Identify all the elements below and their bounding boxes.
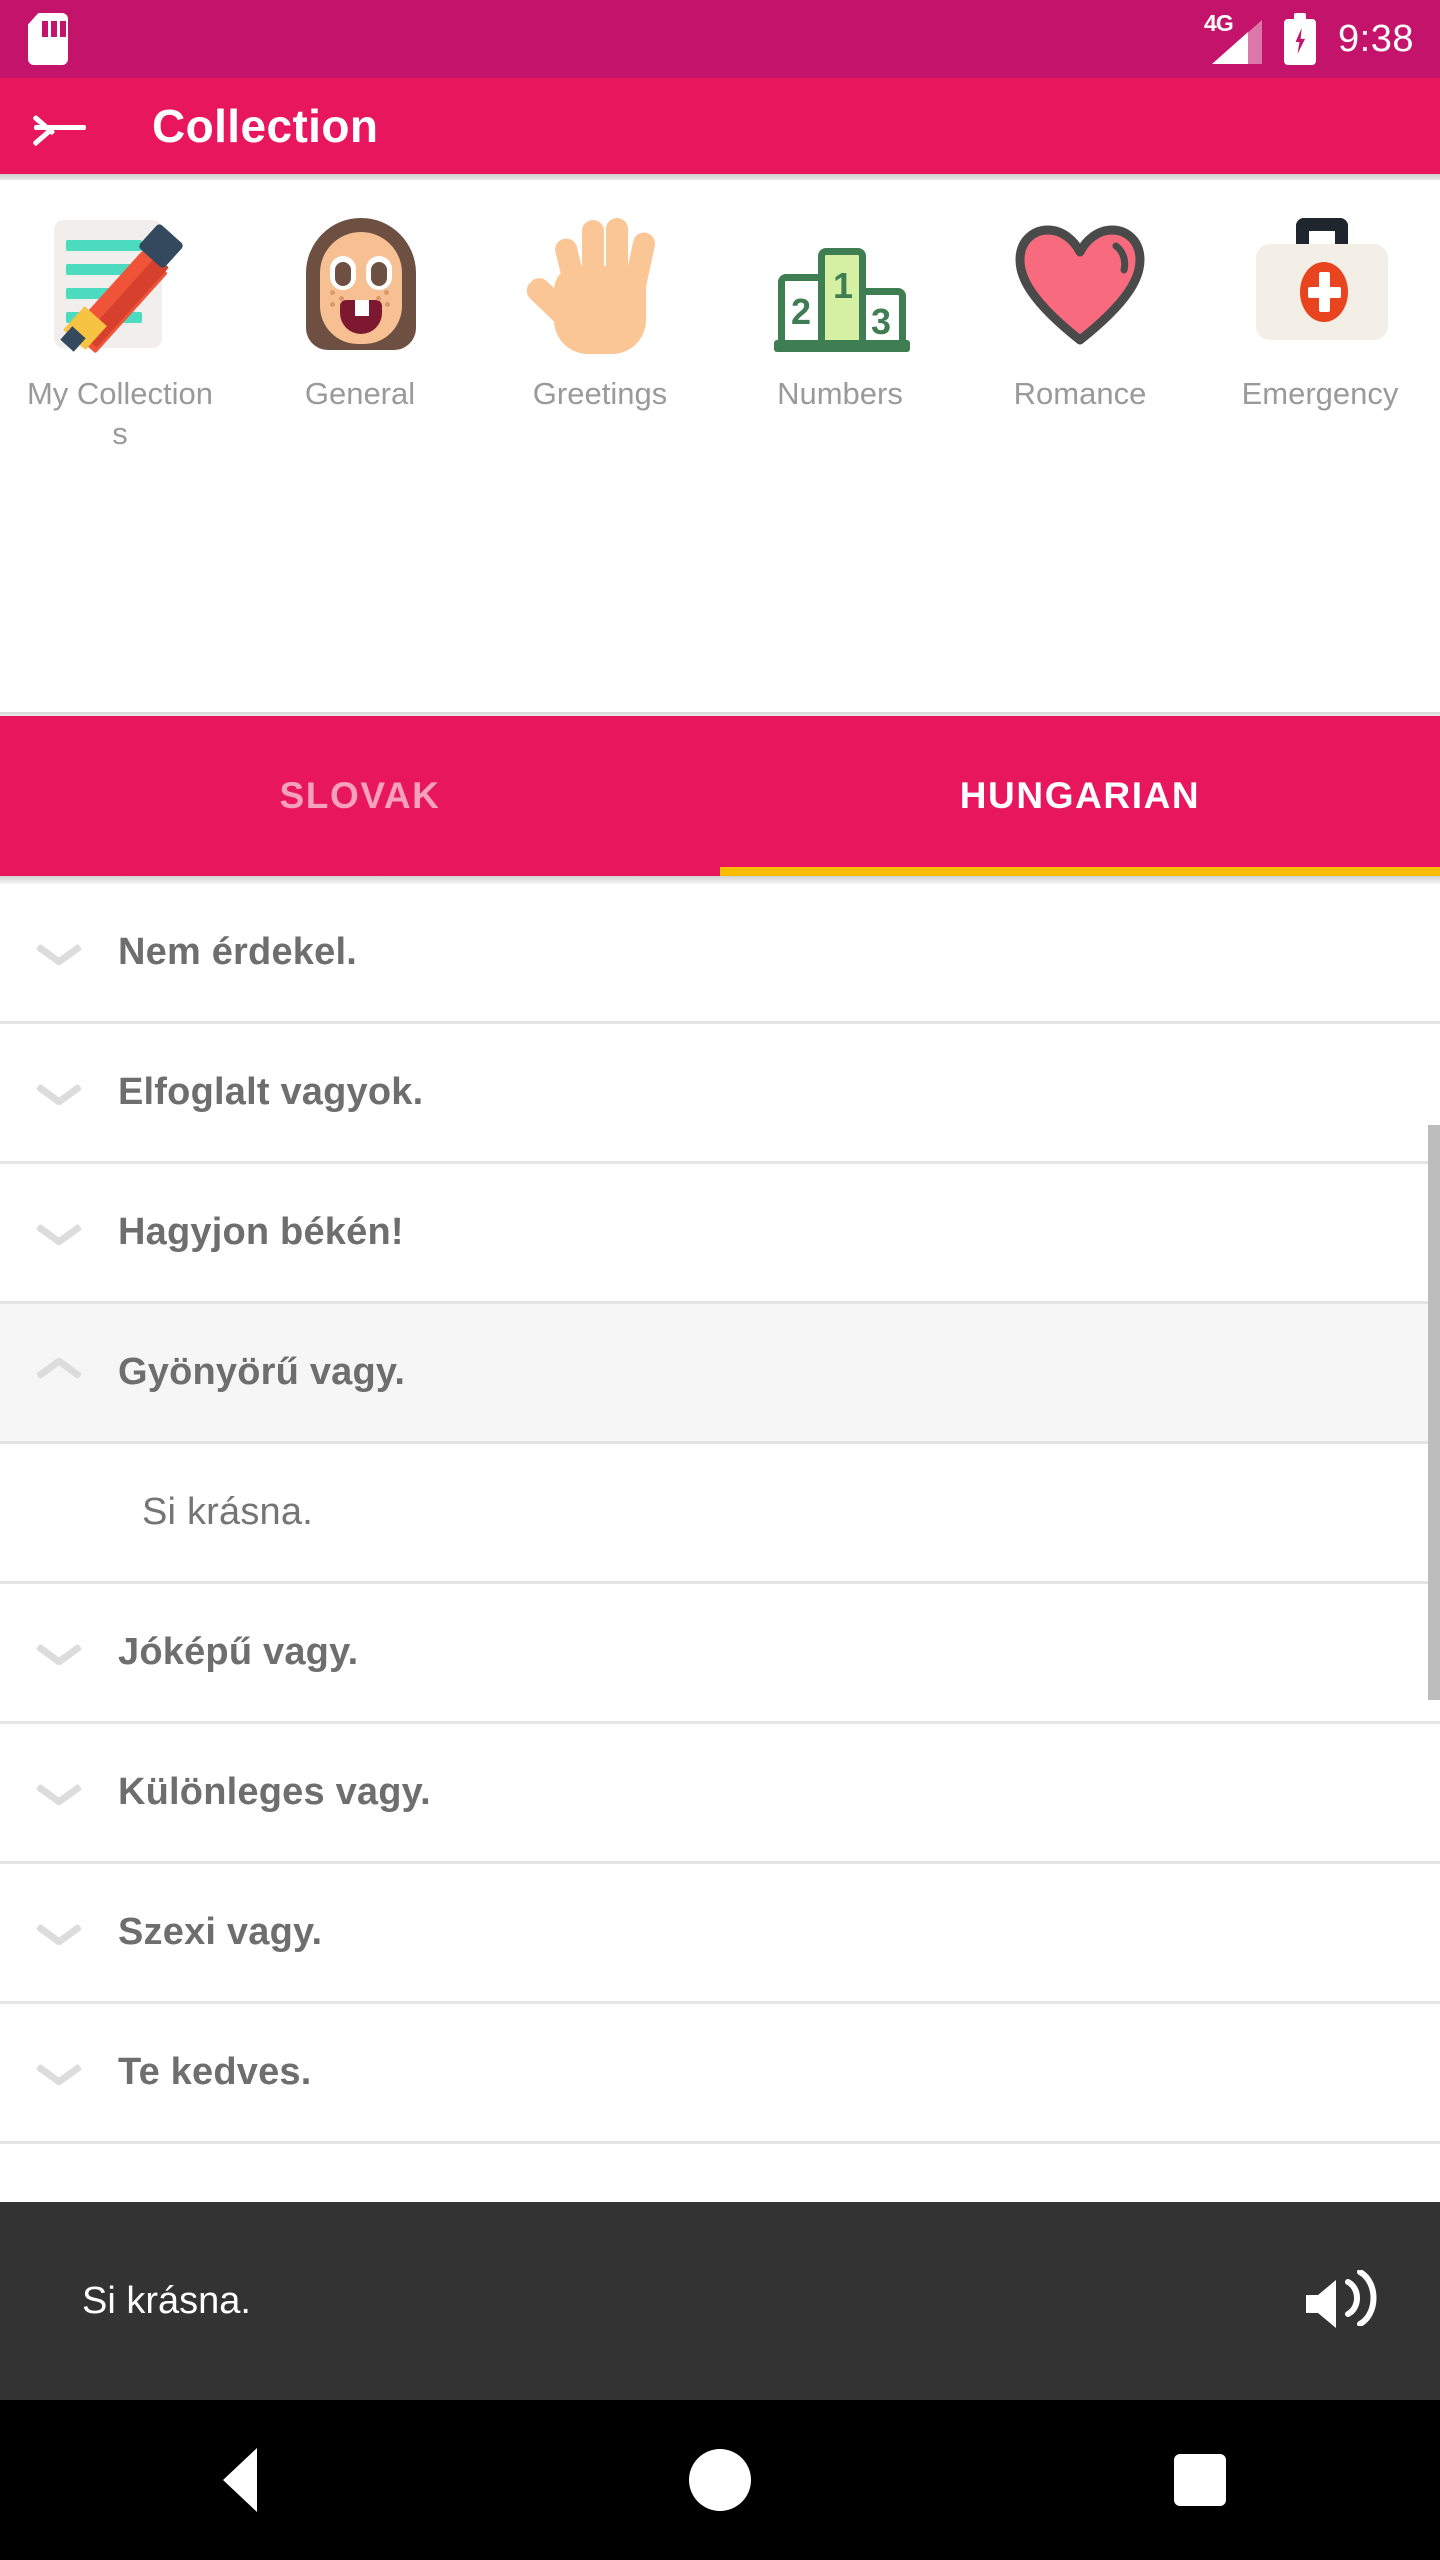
app-bar: Collection [0, 78, 1440, 174]
tab-label: SLOVAK [279, 775, 441, 816]
phrase-text: Te kedves. [118, 2051, 312, 2093]
heart-icon [1000, 204, 1160, 364]
raised-hand-icon [520, 204, 680, 364]
tab-label: HUNGARIAN [959, 775, 1201, 816]
nav-home-icon [689, 2449, 751, 2511]
category-item-romance[interactable]: Romance [960, 204, 1200, 414]
network-type-label: 4G [1204, 10, 1234, 36]
chevron-down-icon[interactable] [0, 1023, 118, 1163]
chevron-down-icon[interactable] [0, 884, 118, 1023]
vertical-scrollbar[interactable] [1428, 1125, 1440, 1700]
tab-hungarian[interactable]: HUNGARIAN [720, 716, 1440, 876]
sd-card-icon [28, 13, 68, 65]
app-screen: 4G 9:38 Collection My Collections Genera… [0, 0, 1440, 2560]
player-phrase-text: Si krásna. [82, 2279, 251, 2322]
status-bar-left [28, 13, 68, 65]
android-nav-bar [0, 2400, 1440, 2560]
phrase-list: Nem érdekel. Elfoglalt vagyok. Hagyjon b… [0, 884, 1440, 2202]
face-icon [280, 204, 440, 364]
table-row[interactable]: Elfoglalt vagyok. [0, 1024, 1440, 1164]
status-bar-clock: 9:38 [1338, 17, 1414, 60]
status-bar: 4G 9:38 [0, 0, 1440, 78]
table-row[interactable]: Te kedves. [0, 2004, 1440, 2144]
translation-row[interactable]: Si krásna. [0, 1444, 1440, 1584]
phrase-text: Elfoglalt vagyok. [118, 1071, 424, 1113]
audio-player-bar: Si krásna. [0, 2202, 1440, 2400]
nav-back-button[interactable] [0, 2448, 480, 2512]
category-label: My Collections [26, 376, 214, 451]
table-row[interactable]: Nem érdekel. [0, 884, 1440, 1024]
nav-back-icon [223, 2448, 257, 2512]
category-row: My Collections General Greetings 2 1 3 N… [0, 204, 1440, 453]
chevron-down-icon[interactable] [0, 2003, 118, 2143]
category-label: Numbers [777, 376, 903, 411]
chevron-down-icon[interactable] [0, 1863, 118, 2003]
speaker-volume-icon[interactable] [1302, 2264, 1382, 2338]
category-item-general[interactable]: General [240, 204, 480, 414]
podium-123-icon: 213 [760, 204, 920, 364]
language-tab-bar: SLOVAK HUNGARIAN [0, 716, 1440, 876]
category-item-greetings[interactable]: Greetings [480, 204, 720, 414]
page-title: Collection [152, 100, 379, 152]
category-label: General [304, 376, 416, 411]
category-item-my-collections[interactable]: My Collections [0, 204, 240, 453]
table-row[interactable]: Különleges vagy. [0, 1724, 1440, 1864]
category-label: Romance [1013, 376, 1147, 411]
nav-recents-button[interactable] [960, 2454, 1440, 2506]
table-row[interactable]: Hagyjon békén! [0, 1164, 1440, 1304]
phrase-text: Gyönyörű vagy. [118, 1351, 406, 1393]
chevron-down-icon[interactable] [0, 1583, 118, 1723]
table-row[interactable]: Jóképű vagy. [0, 1584, 1440, 1724]
back-arrow-icon [32, 106, 88, 147]
category-item-numbers[interactable]: 213 Numbers [720, 204, 960, 414]
nav-home-button[interactable] [480, 2449, 960, 2511]
phrase-text: Nem érdekel. [118, 931, 357, 973]
battery-charging-icon [1284, 13, 1317, 65]
signal-bars-icon: 4G [1204, 10, 1263, 64]
table-row[interactable]: Szexi vagy. [0, 1864, 1440, 2004]
phrase-text: Jóképű vagy. [118, 1631, 359, 1673]
phrase-text: Különleges vagy. [118, 1771, 431, 1813]
category-panel: My Collections General Greetings 2 1 3 N… [0, 180, 1440, 868]
chevron-up-icon[interactable] [0, 1303, 118, 1443]
first-aid-kit-icon [1240, 204, 1400, 364]
chevron-down-icon[interactable] [0, 1723, 118, 1863]
category-label: Greetings [532, 376, 668, 411]
tab-indicator [720, 867, 1440, 876]
notepad-pencil-icon [40, 204, 200, 364]
nav-recents-icon [1174, 2454, 1226, 2506]
translation-text: Si krásna. [142, 1491, 313, 1533]
category-label: Emergency [1241, 376, 1399, 411]
category-item-emergency[interactable]: Emergency [1200, 204, 1440, 414]
table-row-expanded[interactable]: Gyönyörű vagy. [0, 1304, 1440, 1444]
status-bar-right: 4G 9:38 [1204, 10, 1414, 65]
tab-slovak[interactable]: SLOVAK [0, 716, 720, 876]
back-button[interactable] [0, 78, 120, 174]
chevron-down-icon[interactable] [0, 1163, 118, 1303]
phrase-text: Szexi vagy. [118, 1911, 323, 1953]
phrase-text: Hagyjon békén! [118, 1211, 404, 1253]
